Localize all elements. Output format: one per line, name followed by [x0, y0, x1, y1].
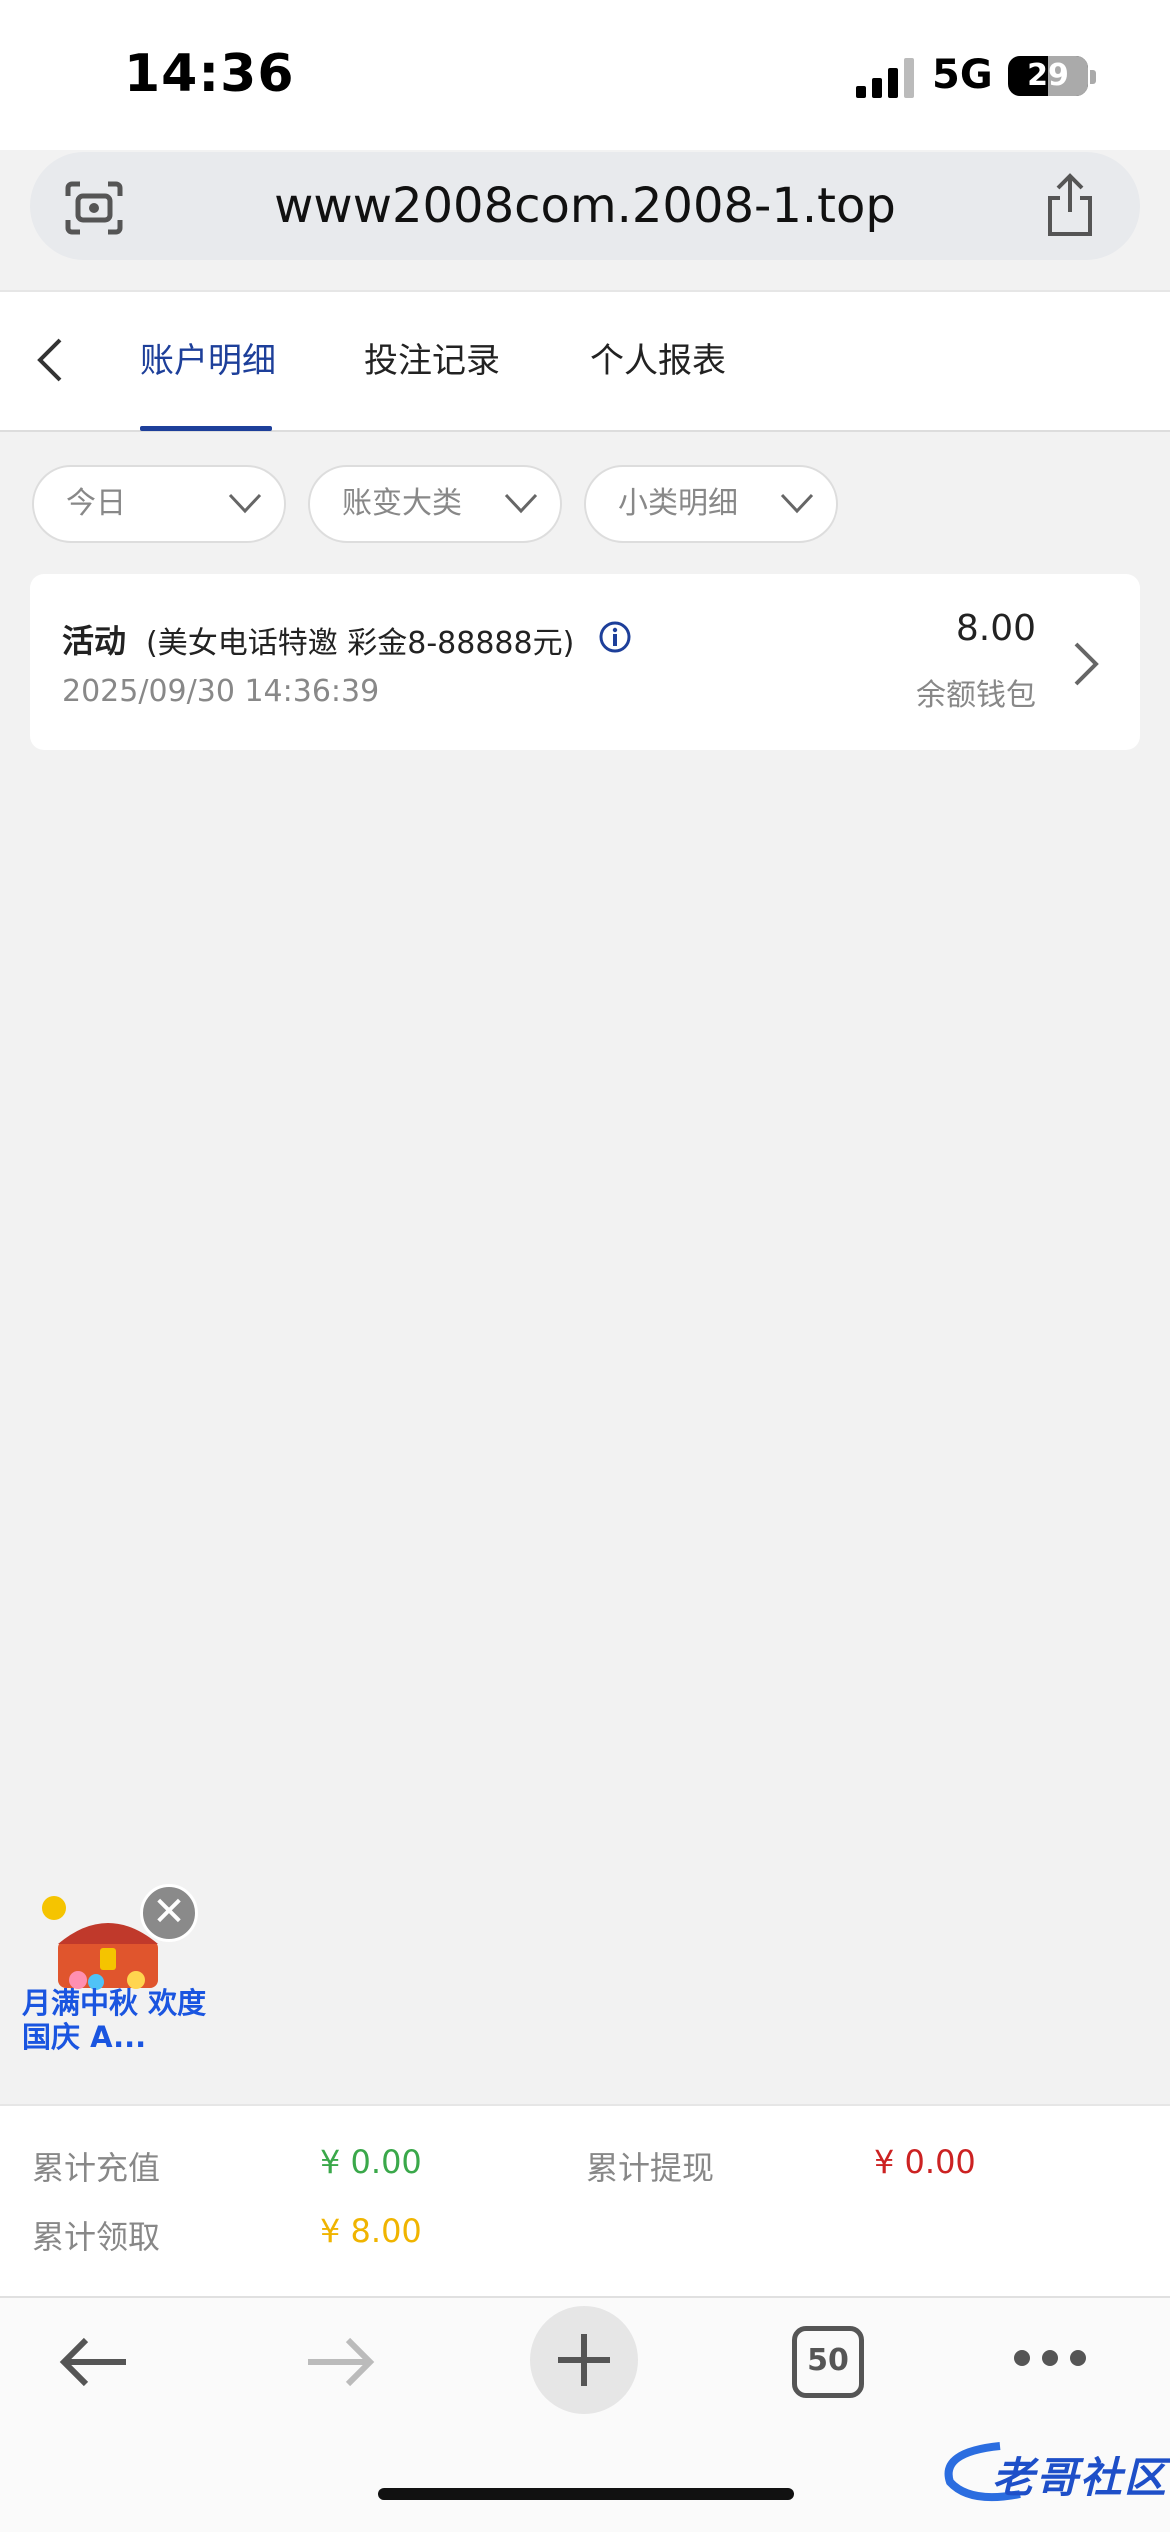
summary-panel — [0, 2104, 1170, 2296]
active-tab-indicator — [140, 426, 272, 431]
record-timestamp: 2025/09/30 14:36:39 — [62, 674, 380, 709]
withdraw-value: ¥ 0.00 — [874, 2143, 976, 2181]
more-icon[interactable] — [1012, 2346, 1088, 2370]
plus-icon — [558, 2334, 610, 2386]
record-description: (美女电话特邀 彩金8-88888元) — [146, 626, 575, 661]
tab-count: 50 — [807, 2343, 849, 2378]
close-icon: ✕ — [152, 1889, 186, 1935]
back-arrow-icon[interactable] — [56, 2332, 132, 2392]
record-wallet: 余额钱包 — [916, 678, 1036, 713]
home-indicator — [378, 2488, 794, 2500]
address-bar[interactable]: www2008com.2008-1.top — [30, 152, 1140, 260]
record-type: 活动 — [62, 622, 127, 660]
share-icon[interactable] — [1042, 172, 1098, 240]
filter-category[interactable]: 账变大类 — [308, 465, 562, 543]
battery-tip — [1090, 70, 1096, 84]
tab-bet-records[interactable]: 投注记录 — [364, 336, 500, 386]
info-icon[interactable] — [598, 620, 632, 654]
chevron-down-icon — [780, 493, 814, 514]
record-amount: 8.00 — [955, 608, 1036, 649]
withdraw-label: 累计提现 — [586, 2149, 715, 2187]
camera-search-icon[interactable] — [64, 180, 124, 236]
tab-account-details[interactable]: 账户明细 — [140, 336, 276, 386]
chevron-down-icon — [504, 493, 538, 514]
promo-text: 月满中秋 欢度国庆 A... — [22, 1986, 207, 2054]
watermark-text: 老哥社区 — [992, 2453, 1169, 2502]
chevron-down-icon — [228, 493, 262, 514]
forward-arrow-icon[interactable] — [302, 2332, 378, 2392]
tab-personal-report[interactable]: 个人报表 — [590, 336, 726, 386]
status-time: 14:36 — [124, 44, 295, 104]
filter-subcategory[interactable]: 小类明细 — [584, 465, 838, 543]
signal-icon — [856, 58, 914, 98]
filter-subcategory-label: 小类明细 — [618, 486, 738, 521]
recharge-label: 累计充值 — [32, 2149, 161, 2187]
chevron-right-icon — [1074, 642, 1099, 686]
transaction-record[interactable] — [30, 574, 1140, 750]
filter-category-label: 账变大类 — [342, 486, 462, 521]
url-text: www2008com.2008-1.top — [274, 178, 896, 234]
network-type: 5G — [932, 52, 993, 98]
battery-icon: 29 — [1008, 56, 1088, 96]
recharge-value: ¥ 0.00 — [320, 2143, 422, 2181]
filter-date[interactable]: 今日 — [32, 465, 286, 543]
battery-percent: 29 — [1027, 58, 1069, 93]
back-chevron-icon[interactable] — [30, 336, 70, 384]
claim-label: 累计领取 — [32, 2218, 161, 2256]
filter-date-label: 今日 — [66, 486, 126, 521]
claim-value: ¥ 8.00 — [320, 2212, 422, 2250]
